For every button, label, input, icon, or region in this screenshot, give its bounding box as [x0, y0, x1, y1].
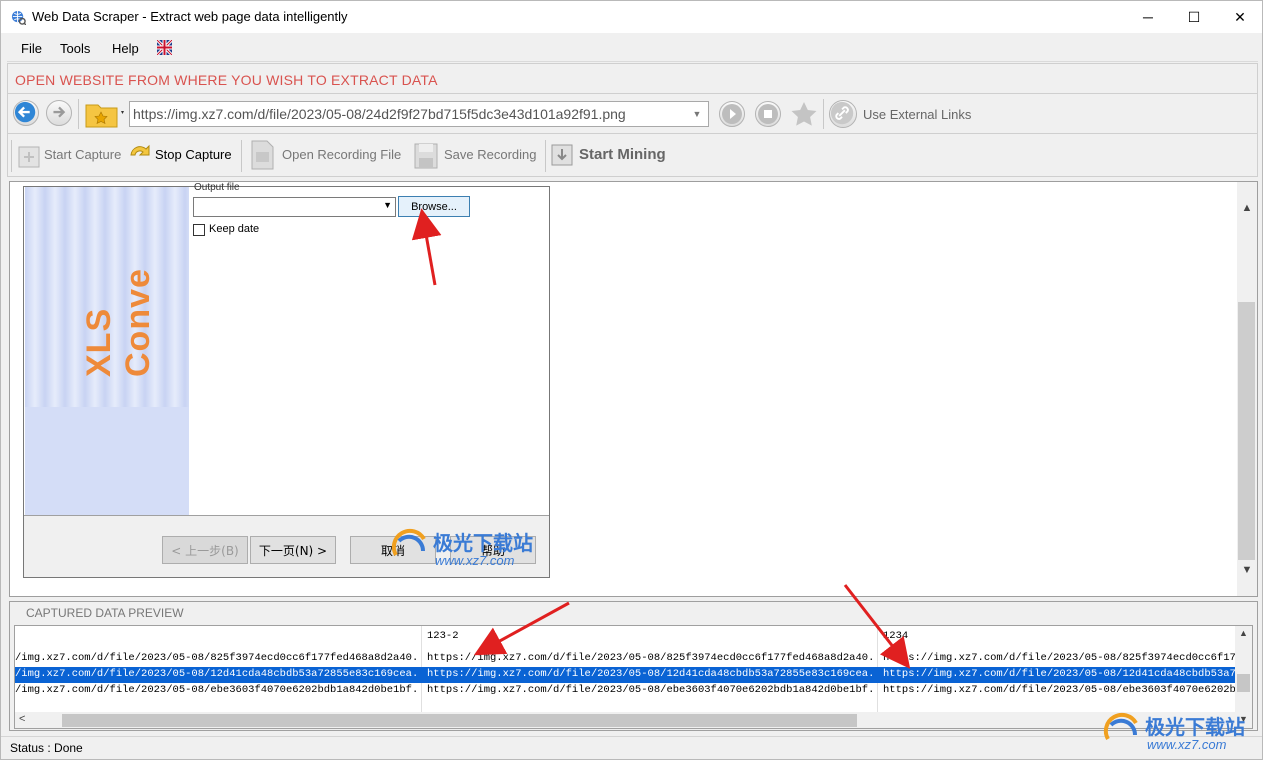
- pane-vertical-scrollbar[interactable]: ▲ ▼: [1237, 182, 1257, 596]
- app-window: Web Data Scraper - Extract web page data…: [0, 0, 1263, 760]
- browser-content-pane: XLS Conve Output file ▼ Browse... Keep d…: [9, 181, 1258, 597]
- table-row[interactable]: /img.xz7.com/d/file/2023/05-08/825f3974e…: [15, 651, 1236, 667]
- scroll-left-icon[interactable]: <: [19, 713, 25, 725]
- play-icon: [722, 104, 742, 124]
- stop-capture-button[interactable]: Stop Capture: [155, 147, 232, 162]
- save-recording-button[interactable]: Save Recording: [444, 147, 537, 162]
- table-cell[interactable]: https://img.xz7.com/d/file/2023/05-08/12…: [427, 668, 875, 680]
- back-arrow-icon: [14, 101, 36, 123]
- save-recording-icon: [414, 143, 438, 169]
- captured-data-grid[interactable]: 123-2 1234 /img.xz7.com/d/file/2023/05-0…: [14, 625, 1253, 729]
- external-links-label[interactable]: Use External Links: [863, 107, 971, 122]
- wizard-prev-button[interactable]: < 上一步(B): [162, 536, 248, 564]
- start-mining-button[interactable]: Start Mining: [579, 146, 666, 163]
- wizard-next-button[interactable]: 下一页(N) >: [250, 536, 336, 564]
- title-bar: Web Data Scraper - Extract web page data…: [1, 1, 1262, 33]
- grid-horizontal-scrollbar[interactable]: <: [15, 712, 1236, 728]
- stop-icon: [758, 104, 778, 124]
- table-cell[interactable]: /img.xz7.com/d/file/2023/05-08/ebe3603f4…: [15, 684, 419, 696]
- menu-bar: File Tools Help: [7, 34, 1258, 62]
- favorites-folder-icon[interactable]: [84, 99, 128, 129]
- minimize-button[interactable]: ─: [1125, 1, 1171, 33]
- chevron-down-icon[interactable]: ▼: [686, 102, 708, 126]
- scroll-thumb[interactable]: [1238, 302, 1255, 560]
- menu-help[interactable]: Help: [112, 41, 139, 56]
- action-toolbar: Start Capture Stop Capture Open Recordin…: [7, 134, 1258, 177]
- table-row-selected[interactable]: /img.xz7.com/d/file/2023/05-08/12d41cda4…: [15, 667, 1236, 683]
- status-bar: Status : Done: [1, 736, 1262, 759]
- link-icon: [830, 101, 854, 125]
- wizard-help-button[interactable]: 帮助: [450, 536, 536, 564]
- start-capture-icon: [18, 146, 40, 168]
- wizard-button-bar: < 上一步(B) 下一页(N) > 取消 帮助: [24, 515, 549, 577]
- scroll-up-icon[interactable]: ▲: [1239, 628, 1248, 638]
- menu-tools[interactable]: Tools: [60, 41, 90, 56]
- scroll-thumb[interactable]: [62, 714, 857, 727]
- table-cell[interactable]: https://img.xz7.com/d/file/2023/05-08/82…: [427, 652, 875, 664]
- browse-button[interactable]: Browse...: [398, 196, 470, 217]
- scroll-down-icon[interactable]: ▼: [1237, 560, 1257, 580]
- table-cell[interactable]: /img.xz7.com/d/file/2023/05-08/825f3974e…: [15, 652, 419, 664]
- maximize-button[interactable]: ☐: [1171, 1, 1217, 33]
- table-cell[interactable]: https://img.xz7.com/d/file/2023/05-08/82…: [883, 652, 1236, 664]
- start-mining-icon: [551, 144, 573, 166]
- wizard-dialog-preview: XLS Conve Output file ▼ Browse... Keep d…: [23, 182, 550, 578]
- app-globe-icon: [11, 10, 26, 25]
- scroll-thumb[interactable]: [1237, 674, 1250, 692]
- navigation-toolbar: ▼ Use External Links: [7, 94, 1258, 134]
- captured-data-preview: CAPTURED DATA PREVIEW 123-2 1234 /img.xz…: [9, 601, 1258, 731]
- stop-button[interactable]: [755, 101, 781, 127]
- output-file-label: Output file: [194, 182, 240, 193]
- keep-date-checkbox[interactable]: [193, 224, 205, 236]
- start-capture-button[interactable]: Start Capture: [44, 147, 121, 162]
- forward-button[interactable]: [46, 100, 72, 126]
- open-website-heading: OPEN WEBSITE FROM WHERE YOU WISH TO EXTR…: [15, 72, 438, 88]
- output-file-combo[interactable]: ▼: [193, 197, 396, 217]
- forward-arrow-icon: [53, 106, 66, 118]
- play-button[interactable]: [719, 101, 745, 127]
- star-icon[interactable]: [789, 100, 819, 128]
- wizard-cancel-button[interactable]: 取消: [350, 536, 436, 564]
- xls-converter-logo-text: XLS Conve: [80, 268, 157, 377]
- url-input[interactable]: [133, 103, 683, 125]
- scroll-up-icon[interactable]: ▲: [1237, 198, 1257, 218]
- grid-header-row: 123-2 1234: [15, 629, 1236, 645]
- open-website-banner: OPEN WEBSITE FROM WHERE YOU WISH TO EXTR…: [7, 63, 1258, 94]
- keep-date-label: Keep date: [209, 223, 260, 235]
- column-header[interactable]: 123-2: [427, 630, 875, 642]
- external-links-button[interactable]: [829, 100, 857, 128]
- table-cell[interactable]: https://img.xz7.com/d/file/2023/05-08/eb…: [427, 684, 875, 696]
- address-bar[interactable]: ▼: [129, 101, 709, 127]
- menu-file[interactable]: File: [21, 41, 42, 56]
- column-header[interactable]: 1234: [883, 630, 1236, 642]
- window-title: Web Data Scraper - Extract web page data…: [32, 9, 348, 24]
- chevron-down-icon: ▼: [383, 200, 392, 210]
- stop-capture-icon: [130, 144, 150, 156]
- open-recording-icon: [251, 140, 274, 170]
- close-button[interactable]: ✕: [1217, 1, 1263, 33]
- table-cell[interactable]: https://img.xz7.com/d/file/2023/05-08/eb…: [883, 684, 1236, 696]
- captured-data-label: CAPTURED DATA PREVIEW: [26, 606, 184, 620]
- table-row[interactable]: /img.xz7.com/d/file/2023/05-08/ebe3603f4…: [15, 683, 1236, 699]
- grid-vertical-scrollbar[interactable]: ▲ ▼: [1235, 626, 1252, 728]
- table-cell[interactable]: https://img.xz7.com/d/file/2023/05-08/12…: [883, 668, 1236, 680]
- open-recording-button[interactable]: Open Recording File: [282, 147, 401, 162]
- table-cell[interactable]: /img.xz7.com/d/file/2023/05-08/12d41cda4…: [15, 668, 419, 680]
- uk-flag-icon[interactable]: [157, 40, 172, 55]
- scroll-down-icon[interactable]: ▼: [1239, 714, 1248, 724]
- status-text: Status : Done: [10, 741, 83, 755]
- back-button[interactable]: [13, 100, 39, 126]
